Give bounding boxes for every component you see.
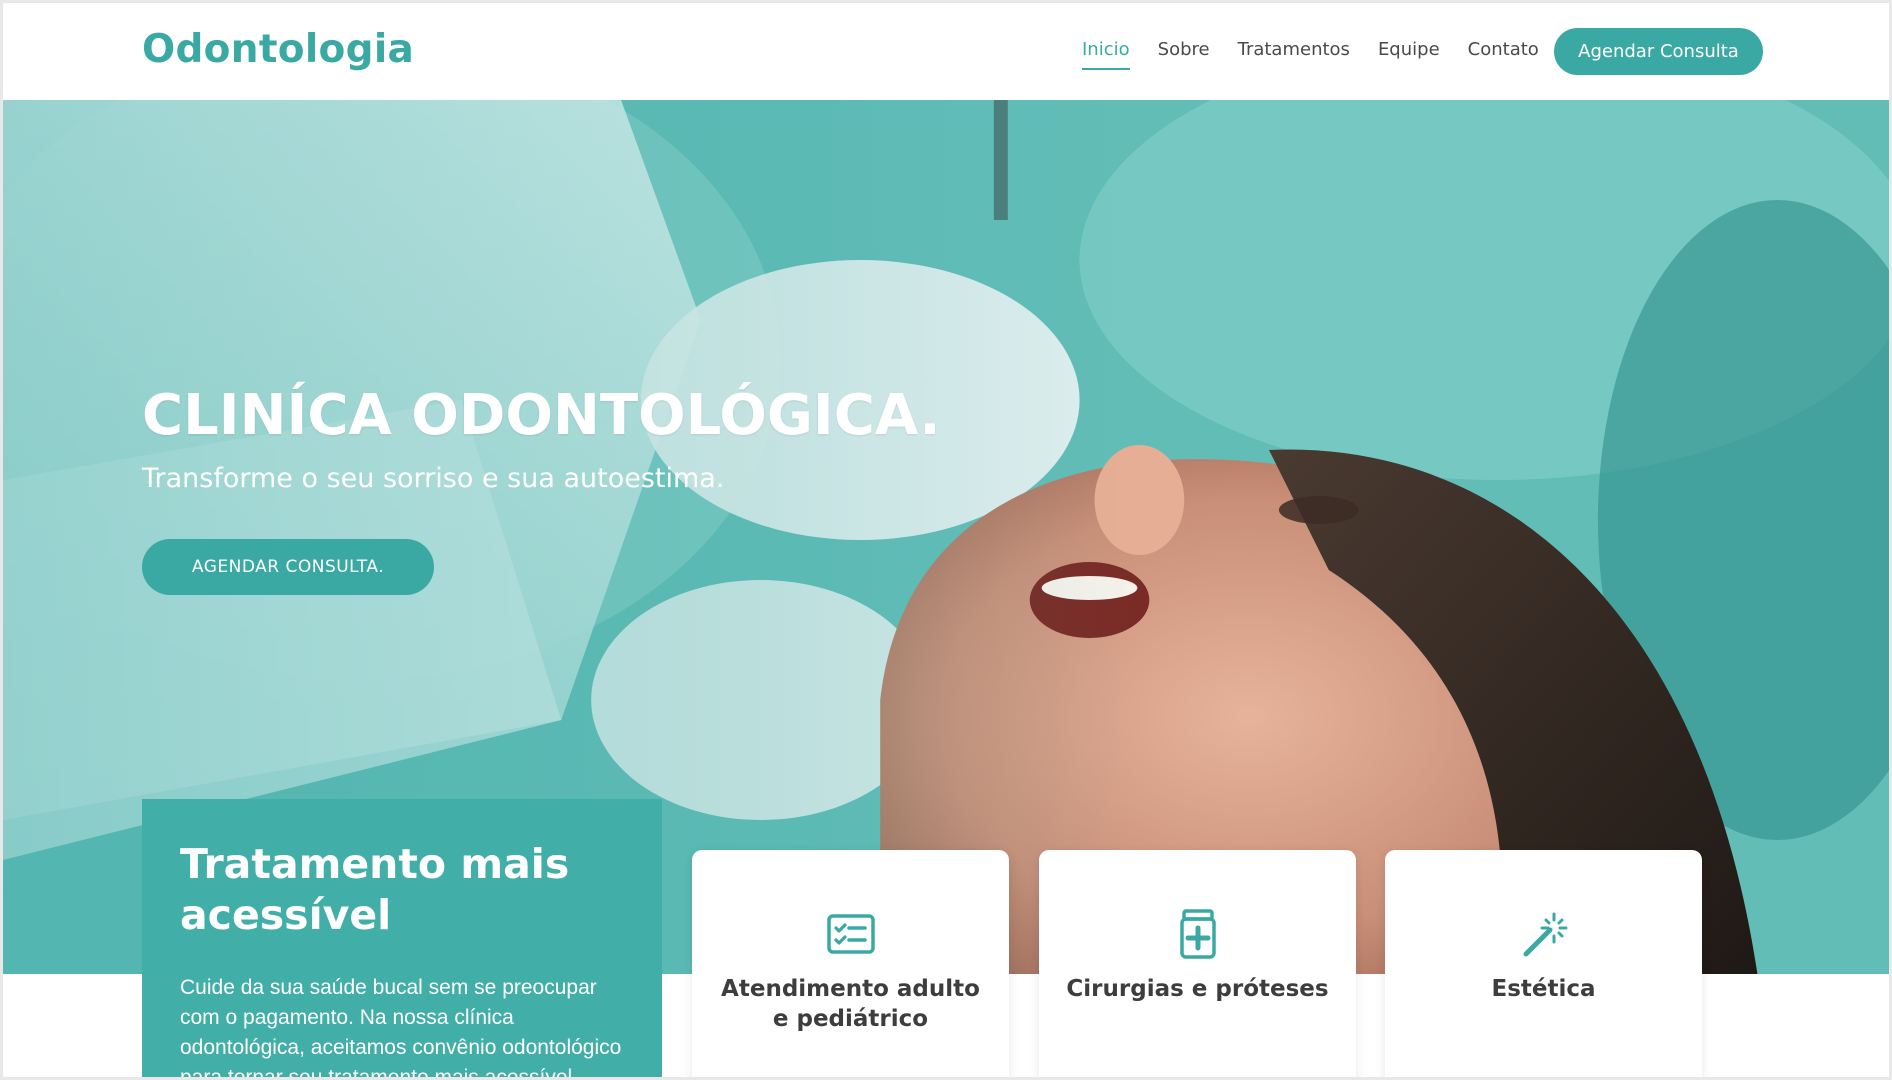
site-header: Odontologia Inicio Sobre Tratamentos Equ…: [3, 3, 1889, 100]
site-logo[interactable]: Odontologia: [142, 27, 414, 72]
hero-subtitle: Transforme o seu sorriso e sua autoestim…: [142, 463, 725, 494]
hero-schedule-button[interactable]: AGENDAR CONSULTA.: [142, 539, 434, 595]
page-frame: Odontologia Inicio Sobre Tratamentos Equ…: [0, 0, 1892, 1080]
nav-link-sobre[interactable]: Sobre: [1158, 39, 1210, 70]
hero-title: CLINÍCA ODONTOLÓGICA.: [142, 383, 941, 448]
nav-link-equipe[interactable]: Equipe: [1378, 39, 1440, 70]
feature-title: Tratamento mais acessível: [180, 840, 570, 939]
header-schedule-button[interactable]: Agendar Consulta: [1554, 28, 1763, 75]
medicine-bottle-icon: [1179, 909, 1216, 959]
service-card-label: Cirurgias e próteses: [1066, 976, 1329, 1002]
magic-wand-icon: [1523, 912, 1567, 957]
checklist-icon: [826, 914, 875, 954]
nav-link-contato[interactable]: Contato: [1468, 39, 1539, 70]
nav-link-inicio[interactable]: Inicio: [1082, 39, 1130, 70]
nav-link-tratamentos[interactable]: Tratamentos: [1238, 39, 1350, 70]
service-card-label: Atendimento adulto e pediátrico: [721, 976, 980, 1032]
affordable-treatment-box: Tratamento mais acessível Cuide da sua s…: [142, 799, 662, 1080]
service-card-aesthetics[interactable]: Estética: [1385, 850, 1702, 1077]
service-card-adult-pediatric[interactable]: Atendimento adulto e pediátrico: [692, 850, 1009, 1077]
service-card-label: Estética: [1491, 976, 1596, 1002]
feature-text: Cuide da sua saúde bucal sem se preocupa…: [180, 976, 622, 1080]
main-nav: Inicio Sobre Tratamentos Equipe Contato: [1082, 39, 1539, 70]
service-card-surgery-prosthesis[interactable]: Cirurgias e próteses: [1039, 850, 1356, 1077]
